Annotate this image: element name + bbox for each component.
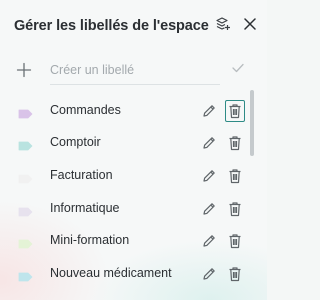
label-name: Mini-formation	[50, 233, 130, 247]
label-tag-icon	[18, 236, 33, 249]
check-icon[interactable]	[232, 63, 244, 73]
trash-icon[interactable]	[225, 198, 245, 220]
list-item: Comptoir	[0, 128, 250, 158]
label-name: Commandes	[50, 103, 121, 117]
scrollbar-thumb[interactable]	[250, 90, 254, 156]
layers-add-icon[interactable]	[215, 16, 231, 32]
pencil-icon[interactable]	[200, 134, 218, 152]
dialog-title: Gérer les libellés de l'espace	[14, 18, 209, 34]
list-item: Mini-formation	[0, 226, 250, 256]
dialog-header: Gérer les libellés de l'espace	[14, 14, 259, 38]
label-tag-icon	[18, 106, 33, 119]
manage-labels-panel: Gérer les libellés de l'espace Créer un …	[0, 0, 267, 300]
label-name: Informatique	[50, 201, 120, 215]
create-label-input[interactable]	[50, 60, 226, 80]
label-tag-icon	[18, 171, 33, 184]
label-tag-icon	[18, 269, 33, 282]
trash-icon[interactable]	[225, 263, 245, 285]
create-label-row	[14, 58, 250, 82]
label-tag-icon	[18, 138, 33, 151]
trash-icon[interactable]	[225, 132, 245, 154]
list-item: Facturation	[0, 161, 250, 191]
trash-icon[interactable]	[225, 230, 245, 252]
pencil-icon[interactable]	[200, 200, 218, 218]
label-name: Nouveau médicament	[50, 266, 172, 280]
plus-icon[interactable]	[16, 62, 32, 78]
header-actions	[215, 16, 257, 32]
pencil-icon[interactable]	[200, 232, 218, 250]
trash-icon[interactable]	[225, 165, 245, 187]
close-icon[interactable]	[243, 17, 257, 31]
list-item: Informatique	[0, 194, 250, 224]
list-item: Commandes	[0, 96, 250, 126]
label-name: Comptoir	[50, 135, 101, 149]
create-input-underline	[50, 84, 220, 85]
pencil-icon[interactable]	[200, 102, 218, 120]
label-name: Facturation	[50, 168, 113, 182]
list-item: Nouveau médicament	[0, 259, 250, 289]
pencil-icon[interactable]	[200, 167, 218, 185]
pencil-icon[interactable]	[200, 265, 218, 283]
trash-icon[interactable]	[225, 100, 245, 122]
label-tag-icon	[18, 204, 33, 217]
